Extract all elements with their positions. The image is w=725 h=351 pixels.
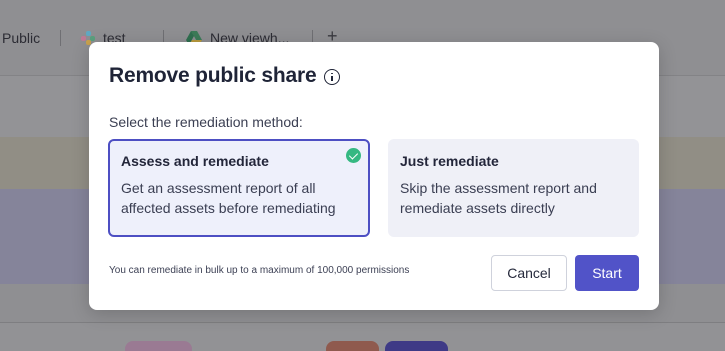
start-button[interactable]: Start: [575, 255, 639, 291]
option-description: Skip the assessment report and remediate…: [400, 180, 597, 216]
option-just-remediate[interactable]: Just remediate Skip the assessment repor…: [388, 139, 639, 237]
tag-badge: [385, 341, 448, 351]
tag-badge: [125, 341, 192, 351]
option-assess-and-remediate[interactable]: Assess and remediate Get an assessment r…: [108, 139, 370, 237]
tag-badge: [326, 341, 379, 351]
option-description: Get an assessment report of all affected…: [121, 180, 336, 216]
dialog-title: Remove public share: [109, 64, 317, 87]
tab-divider: [60, 30, 61, 46]
bulk-limit-note: You can remediate in bulk up to a maximu…: [109, 265, 410, 276]
check-circle-icon: [346, 148, 361, 163]
option-title: Assess and remediate: [121, 153, 269, 169]
method-prompt: Select the remediation method:: [109, 114, 303, 130]
option-title: Just remediate: [400, 153, 499, 169]
tab-label: Public: [2, 30, 41, 46]
tab-public[interactable]: Public: [2, 28, 40, 48]
info-icon[interactable]: [324, 69, 341, 85]
cancel-button[interactable]: Cancel: [491, 255, 567, 291]
remove-public-share-dialog: Remove public share Select the remediati…: [89, 42, 659, 310]
dialog-header: Remove public share: [109, 63, 341, 89]
